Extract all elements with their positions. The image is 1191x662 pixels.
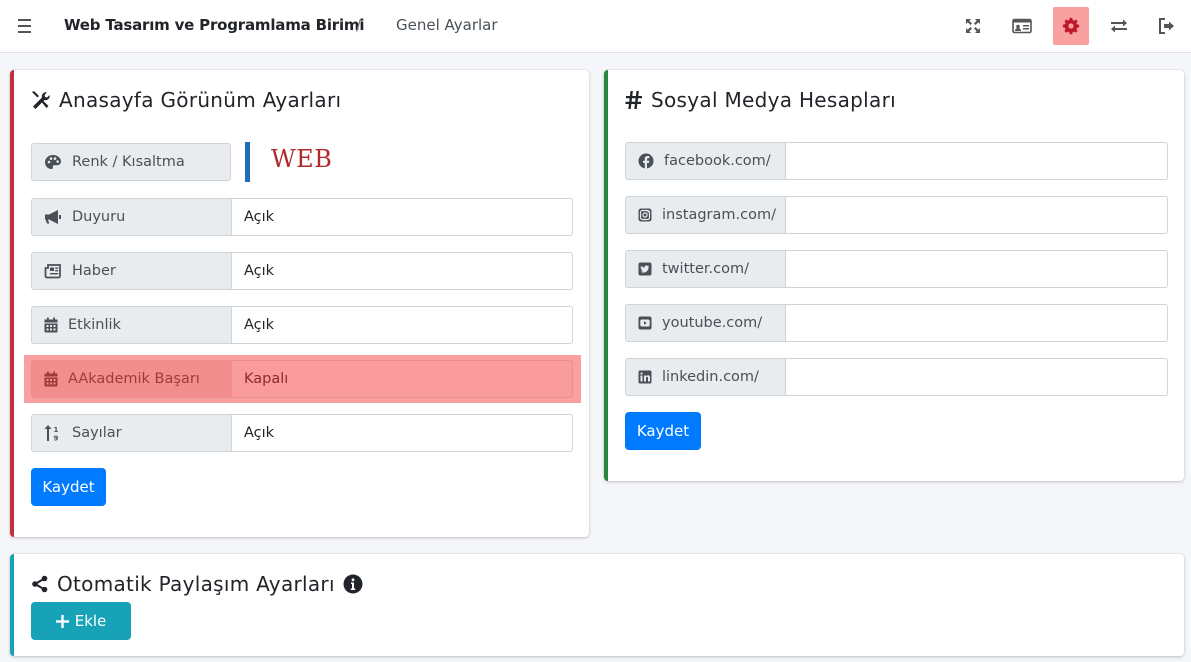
color-abbr-group: Renk / Kısaltma [31, 143, 231, 181]
twitter-icon [638, 262, 652, 276]
social-media-title: Sosyal Medya Hesapları [625, 88, 896, 112]
exchange-icon[interactable] [1101, 7, 1137, 45]
plus-icon [55, 614, 69, 628]
twitter-input[interactable] [785, 250, 1168, 288]
setting-row-sayilar: 19 Sayılar Açık [31, 414, 573, 452]
home-settings-title-text: Anasayfa Görünüm Ayarları [59, 88, 342, 112]
setting-select-akademik-basari[interactable]: Kapalı [231, 360, 573, 398]
sort-numeric-icon: 19 [44, 425, 59, 443]
auto-share-title: Otomatik Paylaşım Ayarları [31, 572, 363, 596]
social-label-text: twitter.com/ [662, 261, 749, 277]
info-circle-icon[interactable] [343, 574, 363, 594]
breadcrumb-current: Genel Ayarlar [396, 16, 498, 34]
setting-label: Haber [31, 252, 231, 290]
social-label-text: youtube.com/ [662, 315, 763, 331]
youtube-icon [638, 316, 652, 330]
youtube-input[interactable] [785, 304, 1168, 342]
setting-label-text: AAkademik Başarı [68, 371, 200, 387]
setting-label: Duyuru [31, 198, 231, 236]
setting-label-text: Sayılar [72, 425, 122, 441]
breadcrumb-separator: / [356, 16, 362, 34]
color-swatch[interactable] [245, 142, 250, 182]
id-card-icon[interactable] [1004, 7, 1040, 45]
setting-select-duyuru[interactable]: Açık [231, 198, 573, 236]
linkedin-icon [638, 370, 652, 384]
setting-label: Etkinlik [31, 306, 231, 344]
color-abbr-label-text: Renk / Kısaltma [72, 154, 185, 170]
setting-row-etkinlik: Etkinlik Açık [31, 306, 573, 344]
social-row-instagram: instagram.com/ [625, 196, 1168, 234]
setting-select-haber[interactable]: Açık [231, 252, 573, 290]
abbreviation-text[interactable]: WEB [271, 145, 332, 173]
setting-row-haber: Haber Açık [31, 252, 573, 290]
social-row-facebook: facebook.com/ [625, 142, 1168, 180]
setting-row-duyuru: Duyuru Açık [31, 198, 573, 236]
social-label-text: facebook.com/ [664, 153, 771, 169]
auto-share-card [10, 554, 1184, 656]
social-label: instagram.com/ [625, 196, 785, 234]
instagram-input[interactable] [785, 196, 1168, 234]
calendar-icon [44, 317, 58, 333]
social-label-text: instagram.com/ [662, 207, 776, 223]
expand-icon[interactable] [955, 7, 991, 45]
add-button-label: Ekle [74, 612, 107, 630]
linkedin-input[interactable] [785, 358, 1168, 396]
setting-row-akademik-basari: AAkademik Başarı Kapalı [31, 360, 573, 398]
home-settings-title: Anasayfa Görünüm Ayarları [31, 88, 341, 112]
calendar-icon [44, 371, 58, 387]
auto-share-title-text: Otomatik Paylaşım Ayarları [57, 572, 335, 596]
facebook-icon [638, 153, 654, 169]
social-label: facebook.com/ [625, 142, 785, 180]
hashtag-icon [625, 91, 642, 109]
social-label-text: linkedin.com/ [662, 369, 759, 385]
home-settings-card [10, 70, 589, 537]
social-row-linkedin: linkedin.com/ [625, 358, 1168, 396]
setting-select-etkinlik[interactable]: Açık [231, 306, 573, 344]
home-settings-save-button[interactable]: Kaydet [31, 468, 106, 506]
setting-label: 19 Sayılar [31, 414, 231, 452]
instagram-icon [638, 208, 652, 222]
cog-icon[interactable] [1053, 7, 1089, 45]
color-abbr-label: Renk / Kısaltma [31, 143, 231, 181]
setting-label: AAkademik Başarı [31, 360, 231, 398]
palette-icon [45, 155, 61, 169]
tools-icon [32, 91, 50, 109]
social-row-youtube: youtube.com/ [625, 304, 1168, 342]
facebook-input[interactable] [785, 142, 1168, 180]
svg-text:1: 1 [54, 426, 59, 434]
setting-label-text: Etkinlik [68, 317, 121, 333]
social-label: twitter.com/ [625, 250, 785, 288]
setting-label-text: Duyuru [72, 209, 126, 225]
bars-icon[interactable] [12, 16, 38, 38]
top-navbar: Web Tasarım ve Programlama Birimi / Gene… [0, 0, 1191, 53]
social-label: youtube.com/ [625, 304, 785, 342]
social-label: linkedin.com/ [625, 358, 785, 396]
newspaper-icon [44, 264, 61, 279]
social-media-title-text: Sosyal Medya Hesapları [651, 88, 896, 112]
share-icon [32, 575, 48, 593]
setting-select-sayilar[interactable]: Açık [231, 414, 573, 452]
setting-label-text: Haber [72, 263, 116, 279]
social-row-twitter: twitter.com/ [625, 250, 1168, 288]
social-save-button[interactable]: Kaydet [625, 412, 701, 450]
add-button[interactable]: Ekle [31, 602, 131, 640]
sign-out-icon[interactable] [1149, 7, 1185, 45]
svg-text:9: 9 [54, 435, 59, 443]
bullhorn-icon [45, 210, 61, 224]
brand-title[interactable]: Web Tasarım ve Programlama Birimi [64, 16, 364, 34]
